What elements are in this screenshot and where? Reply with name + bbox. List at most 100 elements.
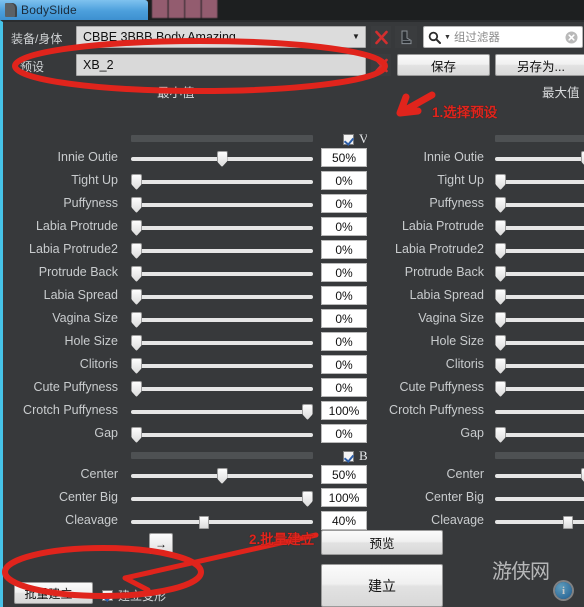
slider-track[interactable] [495, 226, 584, 230]
slider-value-input[interactable]: 0% [321, 171, 367, 190]
slider-track[interactable] [495, 318, 584, 322]
slider-thumb[interactable] [580, 468, 584, 484]
preview-button[interactable]: 预览 [321, 530, 443, 555]
slider-thumb[interactable] [131, 335, 142, 351]
slider-thumb[interactable] [216, 151, 228, 167]
slider-value-input[interactable]: 0% [321, 240, 367, 259]
slider-value-input[interactable]: 0% [321, 424, 367, 443]
slider-track[interactable] [495, 364, 584, 368]
outfit-label: 装备/身体 [11, 32, 63, 46]
slider-thumb[interactable] [495, 197, 506, 213]
slider-value-input[interactable]: 0% [321, 332, 367, 351]
slider-track[interactable] [131, 272, 313, 276]
slider-thumb[interactable] [131, 220, 142, 236]
slider-value-input[interactable]: 100% [321, 401, 367, 420]
slider-value-input[interactable]: 100% [321, 488, 367, 507]
slider-thumb[interactable] [131, 312, 142, 328]
slider-thumb[interactable] [495, 312, 506, 328]
slider-value-input[interactable]: 0% [321, 378, 367, 397]
slider-track[interactable] [495, 387, 584, 391]
slider-thumb[interactable] [495, 174, 506, 190]
slider-track[interactable] [495, 295, 584, 299]
slider-thumb[interactable] [302, 491, 313, 507]
slider-thumb[interactable] [495, 358, 506, 374]
preset-row: 预设 XB_2 保存 另存为... [3, 53, 584, 79]
build-morphs-checkbox[interactable]: 建立变形 [102, 587, 166, 604]
save-button[interactable]: 保存 [397, 54, 490, 76]
slider-value-input[interactable]: 0% [321, 194, 367, 213]
slider-track[interactable] [131, 180, 313, 184]
filter-outfits-button[interactable] [395, 26, 417, 48]
slider-thumb[interactable] [495, 266, 506, 282]
slider-track[interactable] [131, 226, 313, 230]
slider-value-input[interactable]: 0% [321, 355, 367, 374]
slider-thumb[interactable] [495, 427, 506, 443]
batch-build-button[interactable]: 批量建立... [14, 582, 93, 604]
slider-track[interactable] [495, 180, 584, 184]
slider-track[interactable] [131, 295, 313, 299]
slider-track[interactable] [131, 433, 313, 437]
slider-value-input[interactable]: 40% [321, 511, 367, 530]
slider-thumb[interactable] [131, 266, 142, 282]
slider-track[interactable] [495, 497, 584, 501]
checkbox-icon [343, 133, 354, 145]
slider-value-input[interactable]: 0% [321, 263, 367, 282]
slider-value-input[interactable]: 0% [321, 217, 367, 236]
slider-thumb[interactable] [131, 174, 142, 190]
preset-input[interactable]: XB_2 [76, 54, 366, 76]
slider-thumb[interactable] [563, 516, 574, 529]
slider-thumb[interactable] [131, 197, 142, 213]
build-button[interactable]: 建立 [321, 564, 443, 607]
slider-value-input[interactable]: 0% [321, 286, 367, 305]
slider-thumb[interactable] [199, 516, 210, 529]
slider-track[interactable] [495, 410, 584, 414]
slider-track[interactable] [495, 474, 584, 478]
slider-label: Tight Up [437, 173, 484, 187]
slider-thumb[interactable] [302, 404, 313, 420]
group-checkbox-breasts[interactable]: Breasts [343, 448, 367, 464]
slider-thumb[interactable] [495, 289, 506, 305]
group-checkbox-vagina[interactable]: Vagina [343, 131, 367, 147]
slider-thumb[interactable] [131, 243, 142, 259]
slider-track[interactable] [131, 410, 313, 414]
slider-label: Vagina Size [418, 311, 484, 325]
slider-track[interactable] [495, 203, 584, 207]
slider-thumb[interactable] [495, 335, 506, 351]
slider-thumb[interactable] [131, 427, 142, 443]
search-dropdown-icon[interactable]: ▼ [444, 34, 451, 41]
slider-thumb[interactable] [131, 381, 142, 397]
slider-track[interactable] [131, 497, 313, 501]
slider-track[interactable] [495, 272, 584, 276]
clear-preset-button[interactable] [371, 54, 391, 76]
slider-track[interactable] [131, 364, 313, 368]
slider-value-input[interactable]: 50% [321, 465, 367, 484]
slider-track[interactable] [131, 520, 313, 524]
slider-thumb[interactable] [495, 243, 506, 259]
slider-track[interactable] [131, 318, 313, 322]
slider-thumb[interactable] [495, 220, 506, 236]
search-input[interactable]: ▼ 组过滤器 [423, 26, 583, 48]
slider-row: Crotch Puffyness 100% [3, 400, 367, 423]
slider-thumb[interactable] [131, 358, 142, 374]
annotation-select-preset: 1.选择预设 [432, 105, 498, 120]
slider-track[interactable] [131, 341, 313, 345]
slider-value-input[interactable]: 0% [321, 309, 367, 328]
slider-track[interactable] [495, 157, 584, 161]
clear-outfit-button[interactable] [371, 26, 391, 48]
save-as-button[interactable]: 另存为... [495, 54, 584, 76]
slider-thumb[interactable] [495, 381, 506, 397]
slider-value-input[interactable]: 50% [321, 148, 367, 167]
slider-track[interactable] [131, 249, 313, 253]
slider-track[interactable] [131, 203, 313, 207]
slider-track[interactable] [495, 249, 584, 253]
tab-bodyslide[interactable]: BodySlide [0, 0, 148, 20]
slider-thumb[interactable] [580, 151, 584, 167]
slider-thumb[interactable] [131, 289, 142, 305]
copy-to-right-button[interactable]: → [149, 533, 173, 554]
slider-track[interactable] [495, 341, 584, 345]
slider-thumb[interactable] [216, 468, 228, 484]
outfit-combobox[interactable]: CBBE 3BBB Body Amazing ▼ [76, 26, 366, 48]
clear-circle-icon[interactable] [565, 31, 578, 44]
slider-track[interactable] [495, 433, 584, 437]
slider-track[interactable] [131, 387, 313, 391]
